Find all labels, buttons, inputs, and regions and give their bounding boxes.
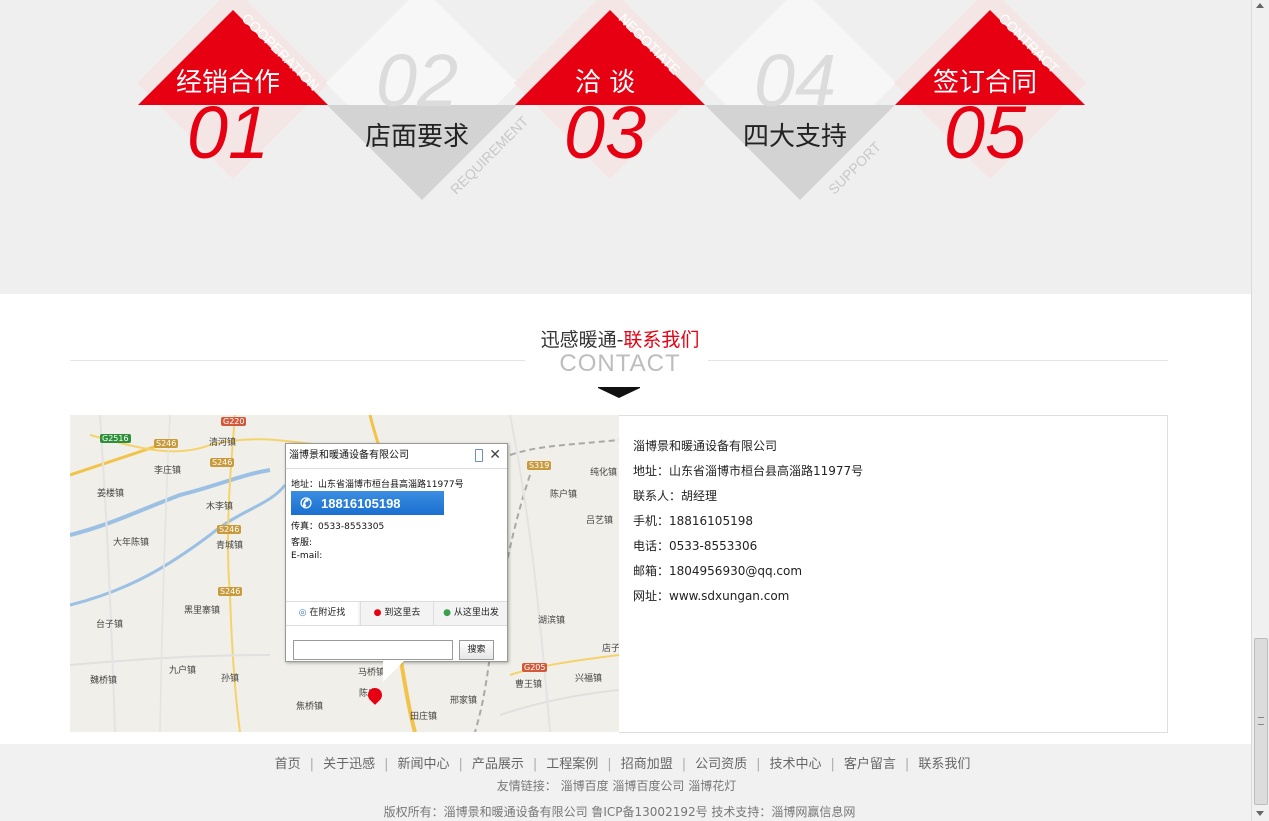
popup-address: 地址：山东省淄博市桓台县高淄路11977号 bbox=[291, 480, 464, 490]
company-address: 地址：山东省淄博市桓台县高淄路11977号 bbox=[633, 464, 864, 478]
map-town-label: 木李镇 bbox=[206, 502, 234, 512]
map-town-label: 孙镇 bbox=[221, 674, 240, 684]
tab-nearby[interactable]: ◎ 在附近找 bbox=[286, 602, 358, 625]
map-town-label: 马桥镇 bbox=[358, 668, 386, 678]
scroll-up-icon[interactable] bbox=[1256, 3, 1264, 8]
contact-tel: 电话：0533-8553306 bbox=[633, 539, 758, 553]
popup-email: E-mail: bbox=[291, 551, 323, 561]
contact-section-header: 迅感暖通-联系我们 CONTACT bbox=[0, 294, 1251, 414]
section-title-prefix: 迅感暖通- bbox=[540, 329, 624, 351]
road-sign: S246 bbox=[154, 439, 179, 448]
contact-person: 联系人：胡经理 bbox=[633, 489, 718, 503]
vertical-scrollbar[interactable] bbox=[1251, 0, 1269, 821]
road-sign: S246 bbox=[217, 525, 242, 534]
footer-link-news[interactable]: 新闻中心 bbox=[388, 757, 458, 772]
road-sign: S246 bbox=[218, 587, 243, 596]
map-town-label: 焦桥镇 bbox=[296, 702, 324, 712]
copyright: 版权所有：淄博景和暖通设备有限公司 鲁ICP备13002192号 技术支持：淄博… bbox=[383, 805, 856, 819]
footer-link-home[interactable]: 首页 bbox=[266, 757, 310, 772]
map-town-label: 兴福镇 bbox=[575, 674, 603, 684]
scrollbar-thumb[interactable] bbox=[1254, 638, 1268, 805]
step-number: 05 bbox=[943, 91, 1027, 174]
tab-from[interactable]: ● 从这里出发 bbox=[433, 602, 508, 625]
map-town-label: 吕艺镇 bbox=[586, 516, 614, 526]
contact-info: 淄博景和暖通设备有限公司 地址：山东省淄博市桓台县高淄路11977号 联系人：胡… bbox=[619, 415, 1168, 733]
contact-email: 邮箱：1804956930@qq.com bbox=[633, 564, 803, 578]
close-icon[interactable]: ✕ bbox=[489, 447, 501, 463]
footer-link-contact[interactable]: 联系我们 bbox=[909, 757, 979, 772]
contact-mobile: 手机：18816105198 bbox=[633, 514, 753, 528]
popup-title: 淄博景和暖通设备有限公司 bbox=[286, 444, 507, 469]
scroll-down-icon[interactable] bbox=[1256, 811, 1264, 816]
footer-link-message[interactable]: 客户留言 bbox=[835, 757, 905, 772]
footer-link-tech[interactable]: 技术中心 bbox=[761, 757, 831, 772]
map-town-label: 九户镇 bbox=[169, 666, 197, 676]
search-icon: ◎ bbox=[298, 608, 310, 618]
company-name: 淄博景和暖通设备有限公司 bbox=[633, 439, 778, 453]
map-town-label: 台子镇 bbox=[96, 620, 124, 630]
map-town-label: 姜楼镇 bbox=[97, 489, 125, 499]
footer: 首页 | 关于迅感 | 新闻中心 | 产品展示 | 工程案例 | 招商加盟 | 公司资质 | 技术中心 | 客户… bbox=[0, 744, 1251, 821]
footer-link-about[interactable]: 关于迅感 bbox=[314, 757, 384, 772]
road-sign: S246 bbox=[210, 458, 235, 467]
step-number: 02 bbox=[375, 39, 459, 122]
section-subtitle: CONTACT bbox=[559, 350, 681, 377]
road-sign: S319 bbox=[527, 461, 552, 470]
map-town-label: 陈户镇 bbox=[550, 490, 578, 500]
step-cooperation: 经销合作 01 COOPERATION bbox=[136, 0, 330, 210]
tab-goto[interactable]: ● 到这里去 bbox=[360, 602, 433, 625]
search-button[interactable]: 搜索 bbox=[459, 640, 494, 660]
popup-service: 客服: bbox=[291, 538, 313, 548]
phone-icon: ✆ bbox=[300, 495, 312, 511]
step-negotiate: 洽 谈 03 NEGOTIATE bbox=[513, 0, 707, 210]
footer-link-join[interactable]: 招商加盟 bbox=[612, 757, 682, 772]
footer-link-qualification[interactable]: 公司资质 bbox=[686, 757, 756, 772]
map-town-label: 湖滨镇 bbox=[538, 616, 566, 626]
road-sign: G205 bbox=[522, 663, 548, 672]
popup-tabs: ◎ 在附近找 ● 到这里去 ● 从这里出发 bbox=[286, 601, 507, 626]
map-town-label: 田庄镇 bbox=[410, 712, 438, 722]
step-title: 店面要求 bbox=[364, 122, 469, 152]
contact-website: 网址：www.sdxungan.com bbox=[633, 589, 790, 603]
map-town-label: 曹王镇 bbox=[515, 680, 543, 690]
map-town-label: 大年陈镇 bbox=[113, 538, 150, 548]
popup-phone: 18816105198 bbox=[321, 496, 401, 511]
footer-link-products[interactable]: 产品展示 bbox=[463, 757, 533, 772]
step-title: 四大支持 bbox=[742, 122, 847, 152]
map-town-label: 清河镇 bbox=[209, 438, 237, 448]
step-contract: 签订合同 05 CONTRACT bbox=[893, 0, 1087, 210]
section-title-highlight: 联系我们 bbox=[623, 329, 700, 351]
pin-icon: ● bbox=[373, 608, 385, 618]
popup-phone-bar: ✆ 18816105198 bbox=[291, 491, 444, 515]
step-requirement: 02 店面要求 REQUIREMENT bbox=[325, 0, 531, 210]
footer-link-cases[interactable]: 工程案例 bbox=[537, 757, 607, 772]
map-town-label: 纯化镇 bbox=[590, 468, 618, 478]
step-number: 03 bbox=[563, 91, 647, 174]
pin-icon: ● bbox=[443, 608, 454, 618]
map-search-input[interactable] bbox=[293, 640, 453, 660]
section-title: 迅感暖通-联系我们 bbox=[0, 325, 1240, 352]
road-sign: G220 bbox=[221, 417, 247, 426]
process-steps: 经销合作 01 COOPERATION 02 店面要求 REQUIREMENT … bbox=[0, 0, 1251, 294]
step-support: 04 四大支持 SUPPORT bbox=[703, 0, 897, 210]
footer-nav: 首页 | 关于迅感 | 新闻中心 | 产品展示 | 工程案例 | 招商加盟 | 公司资质 | 技术中心 | 客户… bbox=[0, 753, 1245, 772]
popup-tail bbox=[383, 660, 405, 682]
map-town-label: 邢家镇 bbox=[450, 696, 478, 706]
map-town-label: 李庄镇 bbox=[154, 466, 182, 476]
map-town-label: 青城镇 bbox=[216, 541, 244, 551]
step-number: 04 bbox=[753, 39, 837, 122]
map-town-label: 黑里寨镇 bbox=[184, 606, 221, 616]
popup-fax: 传真：0533-8553305 bbox=[291, 522, 385, 532]
step-number: 01 bbox=[186, 91, 270, 174]
mobile-icon[interactable] bbox=[475, 449, 483, 462]
arrow-down-icon bbox=[598, 388, 640, 398]
map-info-window: 淄博景和暖通设备有限公司 ✕ 地址：山东省淄博市桓台县高淄路11977号 ✆ 18… bbox=[285, 443, 508, 662]
map-town-label: 魏桥镇 bbox=[90, 676, 118, 686]
map-town-label: 店子 bbox=[602, 644, 619, 654]
friend-links[interactable]: 友情链接： 淄博百度 淄博百度公司 淄博花灯 bbox=[0, 777, 1233, 794]
road-sign: G2516 bbox=[100, 434, 131, 443]
